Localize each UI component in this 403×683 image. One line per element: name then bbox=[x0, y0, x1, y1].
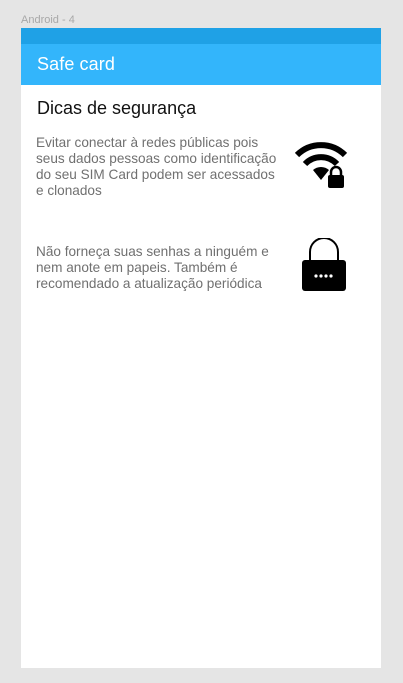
password-lock-icon bbox=[302, 238, 346, 291]
tip-passwords-text: Não forneça suas senhas a ninguém e nem … bbox=[36, 244, 269, 291]
app-bar: Safe card bbox=[21, 44, 381, 85]
phone-screen: Safe card Dicas de segurança Evitar cone… bbox=[21, 28, 381, 668]
app-title: Safe card bbox=[37, 54, 115, 74]
status-bar bbox=[21, 28, 381, 44]
tip-public-networks-text: Evitar conectar à redes públicas pois se… bbox=[36, 135, 277, 198]
frame-label: Android - 4 bbox=[21, 14, 75, 26]
wifi-lock-icon bbox=[295, 142, 348, 188]
section-heading: Dicas de segurança bbox=[37, 98, 197, 118]
